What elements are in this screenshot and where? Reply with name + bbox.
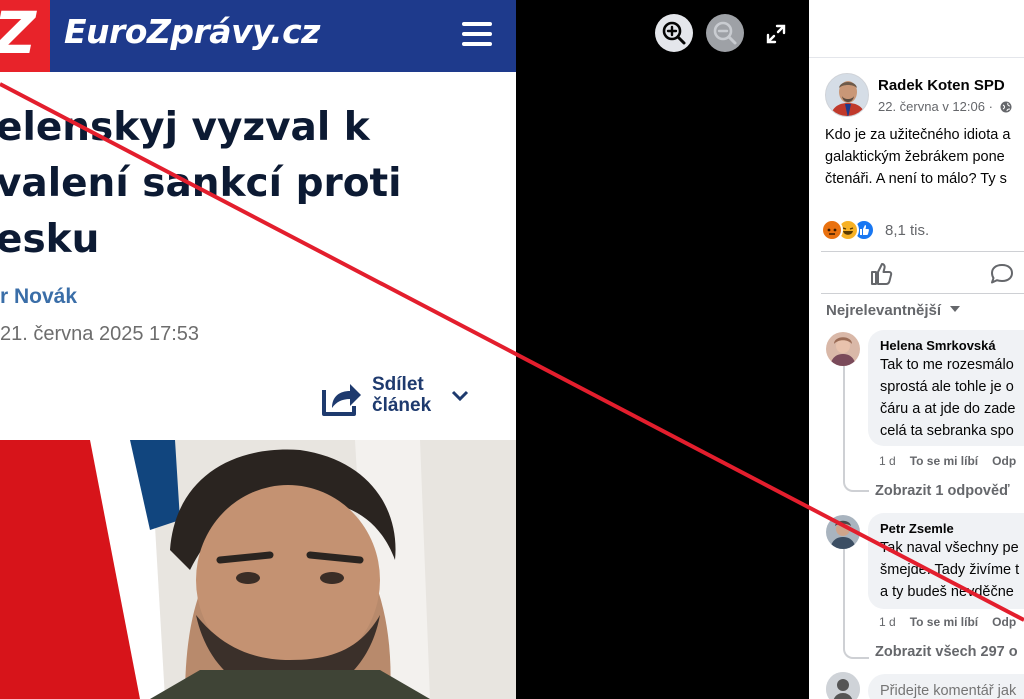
comment-input[interactable] xyxy=(868,674,1024,699)
article-date: 21. června 2025 17:53 xyxy=(0,323,200,345)
comment-button[interactable] xyxy=(987,260,1017,288)
article-author: r Novák xyxy=(0,285,78,308)
commenter-avatar-image xyxy=(826,515,860,549)
photo[interactable]: Z EuroZprávy.cz elenskyj vyzval k valení… xyxy=(0,0,516,699)
menu-icon xyxy=(462,22,492,46)
comment-meta: 1 d To se mi líbí Odp xyxy=(879,454,1016,468)
divider xyxy=(821,293,1024,294)
site-logo-icon: Z xyxy=(0,0,50,72)
share-label-line: Sdílet xyxy=(372,374,424,395)
post-author[interactable]: Radek Koten SPD xyxy=(878,77,1005,94)
share-label: Sdílet článek xyxy=(372,374,452,416)
post-panel: Radek Koten SPD 22. června v 12:06 · Kdo… xyxy=(809,0,1024,699)
commenter-name[interactable]: Petr Zsemle xyxy=(880,521,1024,536)
zoom-out-icon xyxy=(713,21,737,45)
commenter-avatar[interactable] xyxy=(826,332,860,366)
view-replies-link[interactable]: Zobrazit 1 odpověď xyxy=(875,483,1010,499)
post-timestamp[interactable]: 22. června v 12:06 · xyxy=(878,99,1012,114)
like-button[interactable] xyxy=(867,260,897,288)
portrait-image xyxy=(0,440,516,699)
thread-line xyxy=(843,366,845,480)
comment-like-link[interactable]: To se mi líbí xyxy=(910,615,978,629)
comment-text: Tak to me rozesmálo xyxy=(880,357,1014,373)
caret-down-icon xyxy=(950,306,961,312)
comment-age[interactable]: 1 d xyxy=(879,615,896,629)
author-avatar[interactable] xyxy=(825,73,869,117)
author-avatar-image xyxy=(826,74,868,116)
lightbox: Z EuroZprávy.cz elenskyj vyzval k valení… xyxy=(0,0,1024,699)
hero-photo xyxy=(0,440,516,699)
comment-like-link[interactable]: To se mi líbí xyxy=(910,454,978,468)
commenter-avatar[interactable] xyxy=(826,515,860,549)
share-article: Sdílet článek xyxy=(320,374,480,422)
panel-top-bar xyxy=(809,0,1024,58)
post-text-line: čtenáři. A není to málo? Ty s xyxy=(825,171,1007,187)
view-replies-link[interactable]: Zobrazit všech 297 o xyxy=(875,644,1018,660)
thread-line xyxy=(843,645,869,659)
article-title-line: valení sankcí proti xyxy=(0,161,402,206)
thumbs-up-icon xyxy=(871,263,893,285)
zoom-in-icon xyxy=(662,21,686,45)
comment-text: a ty budeš nevděčne xyxy=(880,584,1014,600)
share-icon xyxy=(322,384,361,416)
comment-text: šmejde. Tady živíme t xyxy=(880,562,1020,578)
comment-sort-dropdown[interactable]: Nejrelevantnější xyxy=(826,302,961,319)
comment-sort-label: Nejrelevantnější xyxy=(826,302,942,319)
thread-line xyxy=(843,478,869,492)
comment-text: celá ta sebranka spo xyxy=(880,423,1014,439)
comment-text: Tak naval všechny pe xyxy=(880,540,1019,556)
comment-text: sprostá ale tohle je o xyxy=(880,379,1014,395)
fullscreen-icon[interactable] xyxy=(764,22,788,46)
commenter-avatar-image xyxy=(826,332,860,366)
share-label-line: článek xyxy=(372,395,432,416)
comment-meta: 1 d To se mi líbí Odp xyxy=(879,615,1016,629)
divider xyxy=(821,251,1024,252)
comment-age[interactable]: 1 d xyxy=(879,454,896,468)
post-time-text: 22. června v 12:06 · xyxy=(878,99,993,114)
post-text-line: galaktickým žebrákem pone xyxy=(825,149,1005,165)
comment-text: čáru a at jde do zade xyxy=(880,401,1016,417)
thread-line xyxy=(843,549,845,649)
zoom-in-button[interactable] xyxy=(655,14,693,52)
my-avatar[interactable] xyxy=(826,672,860,699)
my-avatar-image xyxy=(826,672,860,699)
comment-bubble: Helena Smrkovská Tak to me rozesmálo spr… xyxy=(868,330,1024,446)
reaction-count[interactable]: 8,1 tis. xyxy=(885,222,929,239)
chevron-down-icon xyxy=(451,390,469,402)
article-title-line: esku xyxy=(0,217,100,262)
comment-reply-link[interactable]: Odp xyxy=(992,615,1016,629)
angry-reaction-icon xyxy=(821,219,843,241)
globe-icon xyxy=(1000,101,1012,113)
comment-reply-link[interactable]: Odp xyxy=(992,454,1016,468)
article-title-line: elenskyj vyzval k xyxy=(0,105,370,150)
site-header: Z EuroZprávy.cz xyxy=(0,0,516,72)
site-logo-text: EuroZprávy.cz xyxy=(64,12,320,51)
commenter-name[interactable]: Helena Smrkovská xyxy=(880,338,1024,353)
post-text-line: Kdo je za užitečného idiota a xyxy=(825,127,1011,143)
article-title: elenskyj vyzval k valení sankcí proti es… xyxy=(0,100,506,268)
comment-icon xyxy=(991,264,1013,284)
comment-bubble: Petr Zsemle Tak naval všechny pe šmejde.… xyxy=(868,513,1024,609)
post-text: Kdo je za užitečného idiota a galaktický… xyxy=(825,124,1024,190)
zoom-out-button[interactable] xyxy=(706,14,744,52)
